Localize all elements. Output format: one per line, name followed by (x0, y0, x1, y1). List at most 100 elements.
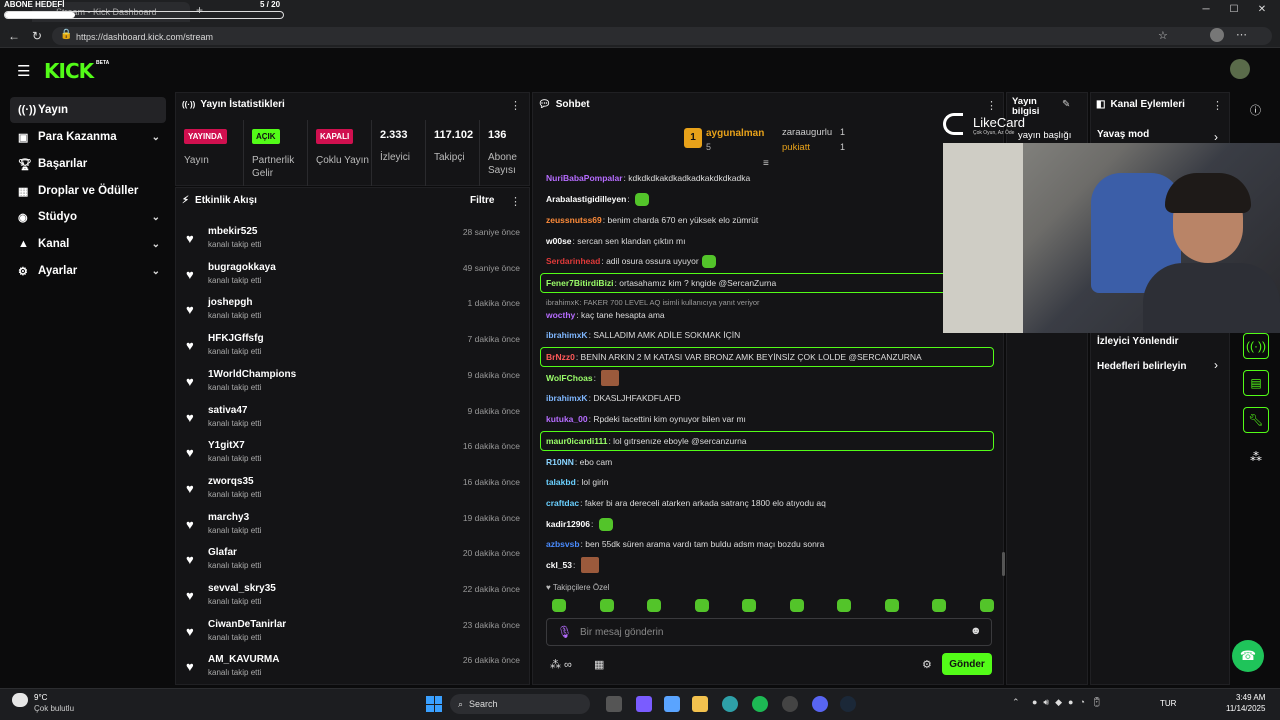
chat-username[interactable]: Serdarinhead (546, 256, 600, 266)
emote-button[interactable] (742, 599, 756, 612)
kick-logo[interactable]: KICK (44, 59, 94, 83)
pin-icon[interactable]: ≡ (763, 158, 769, 169)
avatar[interactable] (1230, 59, 1250, 79)
support-button[interactable]: ☎︎ (1232, 640, 1264, 672)
info-icon[interactable]: ⓘ (1250, 102, 1261, 118)
profile-icon[interactable] (1210, 28, 1224, 42)
steam-icon[interactable] (840, 696, 856, 712)
emote-button[interactable] (932, 599, 946, 612)
nav-item-droplar[interactable]: ▦ Droplar ve Ödüller (10, 178, 166, 204)
activity-item[interactable]: ♥ joshepgh kanalı takip etti 1 dakika önce (182, 294, 522, 330)
set-goals-item[interactable]: Hedefleri belirleyin (1097, 361, 1186, 372)
activity-item[interactable]: ♥ mbekir525 kanalı takip etti 28 saniye önc… (182, 223, 522, 259)
nav-item-para-kazanma[interactable]: ▣ Para Kazanma ⌄ (10, 124, 166, 150)
emote-button[interactable] (979, 599, 994, 612)
activity-more-icon[interactable]: ⋮ (510, 195, 521, 208)
top-gifter-2[interactable]: zaraaugurlu (782, 127, 832, 138)
chat-message[interactable]: talakbd: lol girin (546, 473, 986, 491)
nav-item-ayarlar[interactable]: ⚙ Ayarlar ⌄ (10, 258, 166, 284)
url-field[interactable] (52, 27, 1272, 45)
chat-message[interactable]: BrNzz0: BENİN ARKIN 2 M KATASI VAR BRONZ… (540, 347, 994, 367)
chat-username[interactable]: Fener7BitirdiBizi (546, 278, 614, 288)
chat-username[interactable]: WolFChoas (546, 373, 593, 383)
chat-username[interactable]: azbsvsb (546, 539, 580, 549)
microphone-icon[interactable]: 🎙︎ (557, 625, 572, 639)
refresh-icon[interactable]: ↻ (32, 29, 42, 43)
system-tray-icons[interactable]: ●🔊︎◆●◔🔋︎ (1032, 697, 1108, 708)
chat-username[interactable]: craftdac (546, 498, 579, 508)
maximize-icon[interactable]: ☐ (1224, 4, 1244, 20)
chat-message[interactable]: kadir12906: (546, 515, 986, 533)
clock-date[interactable]: 11/14/2025 (1226, 704, 1265, 713)
emote-button[interactable] (837, 599, 851, 612)
chat-scrollbar[interactable] (1002, 552, 1005, 576)
kick-coins-icon[interactable]: ⁂ ∞ (550, 658, 572, 671)
emote-button[interactable] (884, 599, 899, 612)
discord-icon[interactable] (812, 696, 828, 712)
hamburger-icon[interactable]: ☰ (17, 62, 30, 80)
chat-username[interactable]: ibrahimxK (546, 393, 588, 403)
chat-message[interactable]: craftdac: faker bi ara dereceli atarken … (546, 494, 986, 512)
emote-button[interactable] (552, 599, 566, 612)
wrench-tool-button[interactable]: 🔧︎ (1243, 407, 1269, 433)
nav-item-studyo[interactable]: ◉ Stüdyo ⌄ (10, 204, 166, 230)
chat-message[interactable]: Arabalastigidilleyen: (546, 190, 986, 208)
task-view-icon[interactable] (606, 696, 622, 712)
send-button[interactable]: Gönder (942, 653, 992, 675)
broadcast-tool-button[interactable]: ((·)) (1243, 333, 1269, 359)
chat-username[interactable]: w00se (546, 236, 572, 246)
activity-item[interactable]: ♥ AM_KAVURMA kanalı takip etti 26 dakika ön… (182, 651, 522, 687)
nav-item-kanal[interactable]: ▲ Kanal ⌄ (10, 231, 166, 257)
new-tab-icon[interactable]: + (196, 3, 203, 17)
back-icon[interactable]: ← (8, 29, 20, 43)
chat-message[interactable]: Serdarinhead: adil osura ossura uyuyor (546, 252, 986, 270)
filter-button[interactable]: Filtre (470, 195, 494, 206)
chat-message[interactable]: azbsvsb: ben 55dk süren arama vardı tam … (546, 535, 986, 553)
store-icon[interactable] (664, 696, 680, 712)
chat-message[interactable]: w00se: sercan sen klandan çıktın mı (546, 232, 986, 250)
layout-tool-button[interactable]: ▤ (1243, 370, 1269, 396)
slow-mode-item[interactable]: Yavaş mod (1097, 129, 1149, 140)
viewer-redirect-item[interactable]: İzleyici Yönlendir (1097, 336, 1179, 347)
chat-username[interactable]: kadir12906 (546, 519, 590, 529)
edit-icon[interactable]: ✎ (1062, 99, 1070, 110)
activity-item[interactable]: ♥ Glafar kanalı takip etti 20 dakika önce (182, 544, 522, 580)
chat-username[interactable]: wocthy (546, 310, 575, 320)
top-gifter-3[interactable]: pukiatt (782, 142, 810, 153)
activity-item[interactable]: ♥ Y1gitX7 kanalı takip etti 16 dakika önce (182, 437, 522, 473)
chat-username[interactable]: Arabalastigidilleyen (546, 194, 626, 204)
activity-item[interactable]: ♥ zworqs35 kanalı takip etti 16 dakika önce (182, 473, 522, 509)
chat-message[interactable]: maur0icardi111: lol gıtrsenıze eboyle @s… (540, 431, 994, 451)
chat-username[interactable]: BrNzz0 (546, 352, 575, 362)
nav-item-basarilar[interactable]: 🏆︎ Başarılar (10, 151, 166, 177)
taskbar-search[interactable]: ⌕ Search (450, 694, 590, 714)
emote-button[interactable] (599, 599, 614, 612)
emote-button[interactable] (789, 599, 804, 612)
spotify-icon[interactable] (752, 696, 768, 712)
emote-button[interactable] (694, 599, 709, 612)
activity-item[interactable]: ♥ sevval_skry35 kanalı takip etti 22 dakika… (182, 580, 522, 616)
nav-item-yayin[interactable]: ((·)) Yayın (10, 97, 166, 123)
windows-start-icon[interactable] (426, 696, 442, 712)
menu-dots-icon[interactable]: ⋯ (1236, 28, 1247, 41)
activity-item[interactable]: ♥ CiwanDeTanirlar kanalı takip etti 23 daki… (182, 616, 522, 652)
activity-item[interactable]: ♥ sativa47 kanalı takip etti 9 dakika önce (182, 402, 522, 438)
chat-settings-icon[interactable]: ⚙ (922, 658, 932, 671)
chat-message[interactable]: ibrahimxK: SALLADIM AMK ADİLE SOKMAK İÇİ… (546, 326, 986, 344)
emoji-icon[interactable]: ☻ (970, 625, 982, 637)
chat-message[interactable]: Fener7BitirdiBizi: ortasahamız kim ? kng… (540, 273, 994, 293)
chat-username[interactable]: NuriBabaPompalar (546, 173, 623, 183)
tray-chevron-icon[interactable]: ⌃ (1012, 697, 1020, 708)
channel-actions-more-icon[interactable]: ⋮ (1212, 99, 1223, 112)
close-icon[interactable]: ✕ (1252, 4, 1272, 20)
activity-item[interactable]: ♥ marchy3 kanalı takip etti 19 dakika önce (182, 509, 522, 545)
chat-message[interactable]: ibrahimxK: DKASLJHFAKDFLAFD (546, 389, 986, 407)
gift-icon[interactable]: ▦ (594, 658, 604, 671)
favorite-icon[interactable]: ☆ (1158, 29, 1168, 42)
chat-message[interactable]: NuriBabaPompalar: kdkdkdkakdkadkadkakdkd… (546, 169, 986, 187)
copilot-icon[interactable] (636, 696, 652, 712)
app-icon[interactable] (782, 696, 798, 712)
activity-item[interactable]: ♥ 1WorldChampions kanalı takip etti 9 dakik… (182, 366, 522, 402)
chat-username[interactable]: maur0icardi111 (546, 436, 607, 446)
chat-message[interactable]: WolFChoas: (546, 369, 986, 387)
